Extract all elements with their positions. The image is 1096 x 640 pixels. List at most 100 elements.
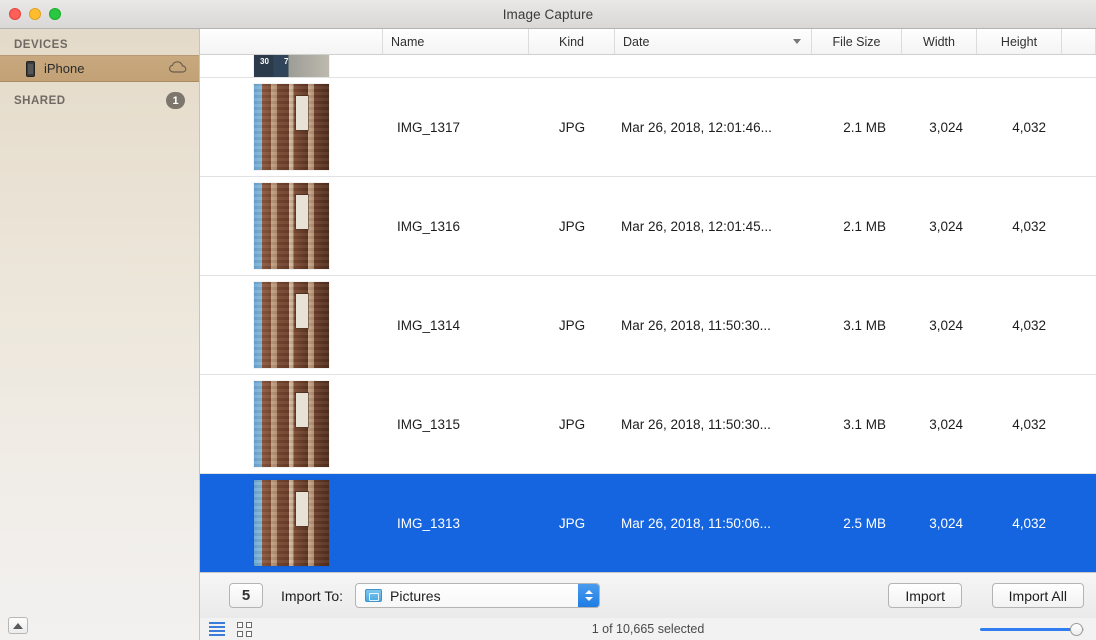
table-row[interactable]: 30 7 — [200, 55, 1096, 78]
row-thumbnail — [200, 474, 383, 572]
column-header-date-label: Date — [623, 34, 650, 49]
import-destination-popup[interactable]: Pictures — [355, 583, 600, 608]
row-date: Mar 26, 2018, 11:50:30... — [621, 416, 771, 432]
column-header-thumb[interactable] — [200, 29, 383, 54]
building-photo-thumbnail — [254, 84, 329, 170]
eject-button[interactable] — [8, 617, 28, 634]
rotate-button[interactable]: 5 — [229, 583, 263, 608]
import-toolbar: 5 Import To: Pictures Import Import All — [200, 572, 1096, 618]
column-header-name-label: Name — [391, 34, 425, 49]
row-date: Mar 26, 2018, 12:01:46... — [621, 119, 772, 135]
building-photo-thumbnail — [254, 381, 329, 467]
column-header-height[interactable]: Height — [977, 29, 1062, 54]
row-date: Mar 26, 2018, 11:50:06... — [621, 515, 771, 531]
thumbnail-size-slider[interactable] — [980, 622, 1084, 636]
row-height: 4,032 — [1012, 515, 1046, 531]
row-kind: JPG — [558, 416, 586, 432]
sidebar-item-iphone-label: iPhone — [44, 61, 85, 76]
import-all-button[interactable]: Import All — [991, 583, 1084, 608]
row-name: IMG_1314 — [397, 317, 461, 333]
row-date: Mar 26, 2018, 12:01:45... — [621, 218, 772, 234]
import-destination-value: Pictures — [390, 587, 441, 604]
row-kind: JPG — [558, 119, 586, 135]
import-to-label: Import To: — [281, 587, 343, 604]
sidebar-section-devices-label: DEVICES — [14, 39, 68, 51]
row-height: 4,032 — [1012, 416, 1046, 432]
eject-icon — [13, 622, 23, 629]
column-header-row: Name Kind Date File Size Width Height — [200, 29, 1096, 55]
shared-badge: 1 — [166, 92, 185, 109]
window-title: Image Capture — [502, 6, 594, 22]
building-photo-thumbnail — [254, 183, 329, 269]
chevron-updown-icon — [578, 584, 599, 607]
table-row[interactable]: IMG_1315 JPG Mar 26, 2018, 11:50:30... 3… — [200, 375, 1096, 474]
table-row[interactable]: IMG_1316 JPG Mar 26, 2018, 12:01:45... 2… — [200, 177, 1096, 276]
row-thumbnail — [200, 276, 383, 374]
row-thumbnail — [200, 177, 383, 275]
row-height: 4,032 — [1012, 218, 1046, 234]
row-size: 2.5 MB — [843, 515, 886, 531]
slider-thumb[interactable] — [1069, 622, 1083, 636]
traffic-lights — [9, 8, 61, 20]
import-button[interactable]: Import — [888, 583, 962, 608]
folder-icon — [365, 589, 382, 602]
thumb-label-day: 30 — [260, 57, 269, 66]
image-capture-window: Image Capture DEVICES iPhone SHARED 1 Na… — [0, 0, 1096, 640]
slider-track-filled — [980, 627, 1072, 631]
row-width: 3,024 — [929, 416, 963, 432]
row-size: 2.1 MB — [843, 119, 886, 135]
column-header-kind-label: Kind — [558, 34, 585, 49]
row-width: 3,024 — [929, 119, 963, 135]
row-name: IMG_1317 — [397, 119, 461, 135]
sidebar-item-iphone[interactable]: iPhone — [0, 55, 199, 82]
row-name: IMG_1313 — [397, 515, 461, 531]
building-photo-thumbnail — [254, 480, 329, 566]
column-header-height-label: Height — [1000, 34, 1038, 49]
file-list[interactable]: 30 7 IMG_1317 JPG Mar 26, 2018, 12:01:46… — [200, 55, 1096, 572]
row-width: 3,024 — [929, 218, 963, 234]
row-thumbnail — [200, 375, 383, 473]
column-header-date[interactable]: Date — [615, 29, 812, 54]
column-header-width[interactable]: Width — [902, 29, 977, 54]
column-header-kind[interactable]: Kind — [529, 29, 615, 54]
row-height: 4,032 — [1012, 317, 1046, 333]
table-row-selected[interactable]: IMG_1313 JPG Mar 26, 2018, 11:50:06... 2… — [200, 474, 1096, 572]
row-thumbnail — [200, 78, 383, 176]
row-width: 3,024 — [929, 317, 963, 333]
maximize-button[interactable] — [49, 8, 61, 20]
row-name: IMG_1315 — [397, 416, 461, 432]
column-header-file-size[interactable]: File Size — [812, 29, 902, 54]
sidebar: DEVICES iPhone SHARED 1 — [0, 29, 200, 640]
close-button[interactable] — [9, 8, 21, 20]
row-kind: JPG — [558, 515, 586, 531]
sidebar-section-devices: DEVICES — [0, 29, 199, 55]
sidebar-section-shared: SHARED 1 — [0, 82, 199, 113]
cloud-icon — [168, 61, 187, 76]
column-header-spacer — [1062, 29, 1096, 54]
minimize-button[interactable] — [29, 8, 41, 20]
status-bar: 1 of 10,665 selected — [200, 618, 1096, 640]
chevron-down-icon — [793, 39, 801, 44]
thumb-label-day-alt: 7 — [284, 57, 289, 66]
selection-status-text: 1 of 10,665 selected — [591, 622, 705, 636]
row-kind: JPG — [558, 317, 586, 333]
table-row[interactable]: IMG_1314 JPG Mar 26, 2018, 11:50:30... 3… — [200, 276, 1096, 375]
column-header-file-size-label: File Size — [832, 34, 881, 49]
row-thumbnail: 30 7 — [200, 55, 383, 77]
row-kind: JPG — [558, 218, 586, 234]
table-row[interactable]: IMG_1317 JPG Mar 26, 2018, 12:01:46... 2… — [200, 78, 1096, 177]
building-photo-thumbnail — [254, 282, 329, 368]
calendar-screenshot-thumbnail: 30 7 — [254, 55, 329, 77]
row-height: 4,032 — [1012, 119, 1046, 135]
row-size: 3.1 MB — [843, 317, 886, 333]
row-name: IMG_1316 — [397, 218, 461, 234]
row-size: 2.1 MB — [843, 218, 886, 234]
row-date: Mar 26, 2018, 11:50:30... — [621, 317, 771, 333]
row-size: 3.1 MB — [843, 416, 886, 432]
sidebar-section-shared-label: SHARED — [14, 94, 66, 107]
row-width: 3,024 — [929, 515, 963, 531]
column-header-name[interactable]: Name — [383, 29, 529, 54]
column-header-width-label: Width — [923, 34, 955, 49]
title-bar: Image Capture — [0, 0, 1096, 29]
iphone-icon — [26, 60, 35, 77]
